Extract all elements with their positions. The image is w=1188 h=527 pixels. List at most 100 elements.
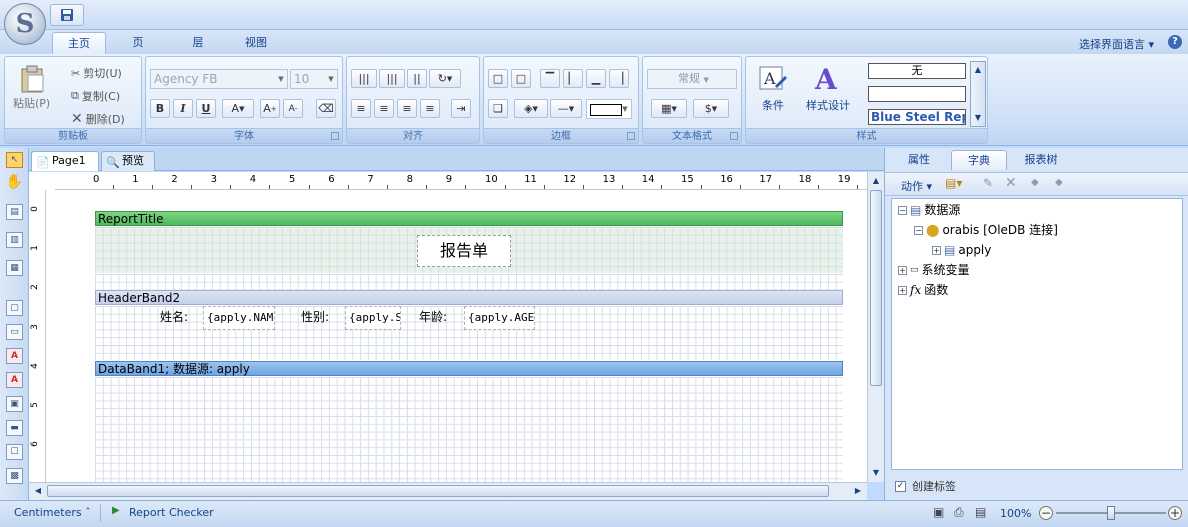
arrow-down-icon[interactable]: ▼: [971, 110, 985, 126]
age-field[interactable]: {apply.AGE: [464, 306, 535, 330]
create-label-checkbox[interactable]: ✓ 创建标签: [895, 478, 956, 494]
zoom-slider-thumb[interactable]: [1107, 506, 1115, 520]
tree-node-datasources[interactable]: − ▤ 数据源: [898, 201, 960, 219]
report-title-band-header[interactable]: ReportTitle: [95, 211, 843, 226]
font-name-combo[interactable]: Agency FB ▼: [150, 69, 288, 89]
age-label[interactable]: 年龄:: [419, 306, 447, 330]
tab-layer[interactable]: 层: [178, 32, 218, 54]
pointer-tool-icon[interactable]: ↖: [6, 152, 23, 168]
page-tool-icon[interactable]: ▢: [6, 300, 23, 316]
band-tool-icon[interactable]: ▤: [6, 204, 23, 220]
edit-icon[interactable]: ✎: [983, 176, 993, 190]
hand-tool-icon[interactable]: ✋: [6, 174, 23, 190]
web-layout-icon[interactable]: ▤: [975, 505, 986, 519]
align-justify-icon[interactable]: ≡: [420, 99, 440, 118]
gender-label[interactable]: 性别:: [301, 306, 329, 330]
copy-button[interactable]: ⧉ 复制(C): [71, 88, 120, 104]
language-selector[interactable]: 选择界面语言 ▾: [1079, 36, 1154, 52]
cross-band-tool-icon[interactable]: ▥: [6, 232, 23, 248]
text-format-dialog-launcher-icon[interactable]: [730, 132, 738, 140]
tree-node-apply[interactable]: + ▤ apply: [932, 241, 991, 259]
header-band-header[interactable]: HeaderBand2: [95, 290, 843, 305]
paste-button[interactable]: 粘贴(P): [13, 65, 50, 111]
fill-color-icon[interactable]: ◈ ▼: [514, 99, 548, 118]
action-menu-button[interactable]: 动作 ▾: [901, 178, 932, 194]
collapse-icon[interactable]: −: [914, 225, 923, 235]
style-gallery-scroll[interactable]: ▲ ▼: [970, 61, 986, 127]
format-icon[interactable]: ▦ ▼: [651, 99, 687, 118]
tab-properties[interactable]: 属性: [895, 150, 943, 170]
print-layout-icon[interactable]: ⎙: [954, 505, 964, 520]
clear-format-icon[interactable]: ⌫: [316, 99, 336, 118]
line-style-icon[interactable]: — ▼: [550, 99, 582, 118]
data-band-area[interactable]: [95, 377, 843, 482]
name-field[interactable]: {apply.NAM: [203, 306, 275, 330]
text-tool-icon[interactable]: A: [6, 348, 23, 364]
report-checker-button[interactable]: Report Checker: [129, 506, 214, 519]
font-size-combo[interactable]: 10 ▼: [290, 69, 338, 89]
application-menu-button[interactable]: S: [4, 3, 46, 45]
word-wrap-icon[interactable]: ⇥: [451, 99, 471, 118]
barcode-tool-icon[interactable]: ▩: [6, 468, 23, 484]
move-down-icon[interactable]: ◆: [1055, 177, 1063, 188]
expand-icon[interactable]: +: [932, 245, 941, 255]
tab-report-tree[interactable]: 报表树: [1013, 150, 1069, 170]
data-band-header[interactable]: DataBand1; 数据源: apply: [95, 361, 843, 376]
component-tool-icon[interactable]: ▦: [6, 260, 23, 276]
expand-icon[interactable]: +: [898, 265, 907, 275]
report-title-text[interactable]: 报告单: [417, 235, 511, 267]
border-none-icon[interactable]: □: [511, 69, 531, 88]
italic-button[interactable]: I: [173, 99, 193, 118]
arrow-up-icon[interactable]: ▲: [971, 62, 985, 78]
zoom-out-icon[interactable]: −: [1039, 506, 1053, 520]
border-left-icon[interactable]: ▏: [563, 69, 583, 88]
expand-icon[interactable]: +: [898, 285, 907, 295]
rotate-icon[interactable]: ↻ ▼: [429, 69, 461, 88]
align-right-icon[interactable]: ≡: [397, 99, 417, 118]
name-label[interactable]: 姓名:: [160, 306, 188, 330]
font-dialog-launcher-icon[interactable]: [331, 132, 339, 140]
border-right-icon[interactable]: ▕: [609, 69, 629, 88]
align-left-icon[interactable]: ≡: [351, 99, 371, 118]
arrow-right-icon[interactable]: ▶: [851, 484, 865, 498]
tab-view[interactable]: 视图: [234, 32, 278, 54]
tab-home[interactable]: 主页: [52, 32, 106, 54]
currency-icon[interactable]: $ ▼: [693, 99, 729, 118]
barcode-icon[interactable]: |||: [351, 69, 377, 88]
style-item-blank[interactable]: [868, 86, 966, 102]
border-top-icon[interactable]: ▔: [540, 69, 560, 88]
delete-icon[interactable]: ✕: [1005, 175, 1017, 191]
grow-font-button[interactable]: A +: [260, 99, 280, 118]
style-item-none[interactable]: 无: [868, 63, 966, 79]
new-item-icon[interactable]: ▤▾: [945, 176, 962, 190]
tab-preview[interactable]: 🔍 预览: [101, 151, 155, 171]
tree-node-functions[interactable]: + fx 函数: [898, 281, 948, 299]
shape-tool-icon[interactable]: ▬: [6, 420, 23, 436]
align-center-icon[interactable]: ≡: [374, 99, 394, 118]
barcode-icon[interactable]: |||: [379, 69, 405, 88]
style-design-button[interactable]: A 样式设计: [806, 65, 850, 113]
tab-page[interactable]: 页: [118, 32, 158, 54]
underline-button[interactable]: U: [196, 99, 216, 118]
font-color-button[interactable]: A ▼: [222, 99, 254, 118]
panel-tool-icon[interactable]: ▭: [6, 324, 23, 340]
shadow-icon[interactable]: ❑: [488, 99, 508, 118]
shrink-font-button[interactable]: A-: [283, 99, 303, 118]
move-up-icon[interactable]: ◆: [1031, 177, 1039, 188]
image-tool-icon[interactable]: ▣: [6, 396, 23, 412]
arrow-down-icon[interactable]: ▼: [869, 466, 883, 480]
arrow-left-icon[interactable]: ◀: [31, 484, 45, 498]
vertical-scroll-thumb[interactable]: [870, 190, 882, 386]
vertical-scrollbar[interactable]: ▲ ▼: [867, 172, 884, 482]
help-icon[interactable]: ?: [1168, 35, 1182, 49]
tree-node-system-variables[interactable]: + ▭ 系统变量: [898, 261, 970, 279]
collapse-icon[interactable]: −: [898, 205, 907, 215]
border-dialog-launcher-icon[interactable]: [627, 132, 635, 140]
barcode-icon[interactable]: ||: [407, 69, 427, 88]
units-selector[interactable]: Centimeters ˆ: [14, 506, 91, 519]
bold-button[interactable]: B: [150, 99, 170, 118]
tree-node-connection[interactable]: − ⬤ orabis [OleDB 连接]: [914, 221, 1058, 239]
border-color-combo[interactable]: ▼: [586, 99, 632, 119]
gender-field[interactable]: {apply.S: [345, 306, 401, 330]
tab-dictionary[interactable]: 字典: [951, 150, 1007, 170]
